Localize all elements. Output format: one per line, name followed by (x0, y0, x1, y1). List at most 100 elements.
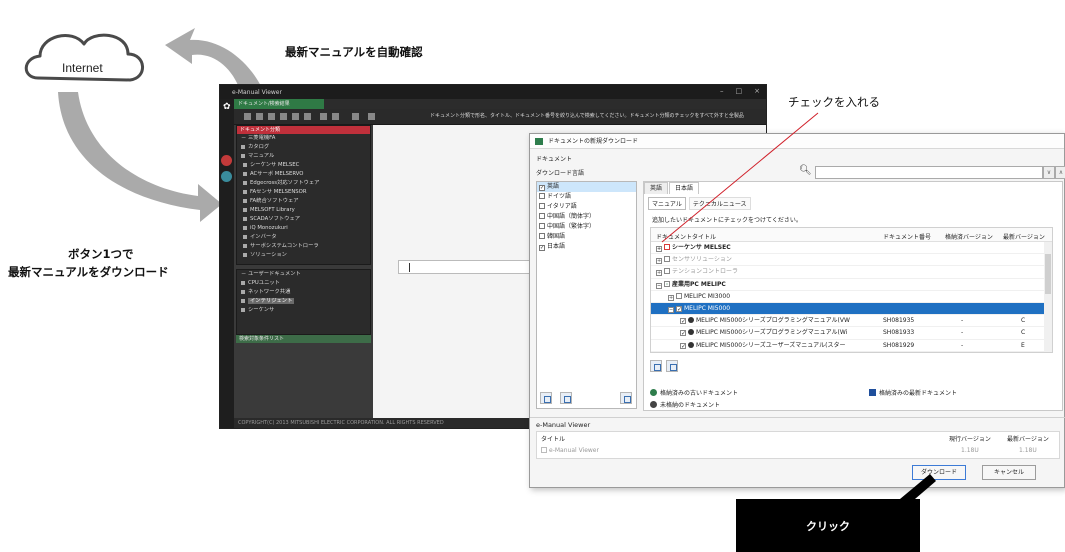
maximize-button[interactable]: □ (736, 87, 743, 95)
nav-item[interactable]: MELSOFT Library (237, 206, 370, 215)
document-title: MELIPC MI5000シリーズユーザーズマニュアル(スター (696, 341, 846, 349)
table-row[interactable]: MELIPC MI5000シリーズプログラミングマニュアル(Wi SH081933… (651, 327, 1052, 340)
search-condition-list[interactable]: 検索対象条件リスト (236, 335, 371, 343)
tab-document-search[interactable]: ドキュメント/検索結果 (234, 99, 324, 109)
cut-icon[interactable] (280, 113, 287, 120)
nav-item[interactable]: Edgecross対応ソフトウェア (237, 179, 370, 188)
update-icon[interactable] (221, 171, 232, 182)
category-header: ドキュメント分類 (237, 126, 370, 134)
language-checkbox[interactable]: ✓ (539, 185, 545, 191)
table-row[interactable]: + シーケンサ MELSEC (651, 242, 1052, 255)
chevron-up-icon[interactable]: ∧ (1055, 166, 1065, 179)
expand-icon[interactable]: + (656, 270, 662, 277)
table-row[interactable]: MELIPC MI5000シリーズプログラミングマニュアル(VW SH081935… (651, 315, 1052, 328)
check-caption: チェックを入れる (788, 95, 880, 109)
subtab-manual[interactable]: マニュアル (648, 197, 686, 210)
language-checkbox[interactable] (539, 223, 545, 229)
nav-item[interactable]: FA統合ソフトウェア (237, 197, 370, 206)
document-panel: 英語 日本語 マニュアル テクニカルニュース 追加したいドキュメントにチェックを… (643, 181, 1063, 411)
language-checkbox[interactable]: ✓ (539, 245, 545, 251)
copy-icon[interactable] (292, 113, 299, 120)
expand-icon[interactable]: + (668, 294, 674, 301)
language-item[interactable]: ドイツ語 (537, 192, 636, 202)
panel-icon[interactable] (332, 113, 339, 120)
download-button[interactable]: ダウンロード (912, 465, 966, 480)
up-icon[interactable] (268, 113, 275, 120)
user-doc-item[interactable]: インテリジェント (237, 297, 370, 306)
document-grid: ドキュメントタイトル ドキュメント番号 格納済バージョン 最新バージョン + シー… (650, 227, 1053, 353)
refresh-icon[interactable] (352, 113, 359, 120)
collapse-icon[interactable]: − (656, 282, 662, 289)
user-doc-item[interactable]: ネットワーク共通 (237, 288, 370, 297)
table-row[interactable]: − 産業用PC MELIPC (651, 279, 1052, 291)
nav-item[interactable]: カタログ (237, 143, 370, 152)
language-checkbox[interactable] (539, 213, 545, 219)
content-input[interactable] (398, 260, 534, 274)
nav-item[interactable]: SCADAソフトウェア (237, 215, 370, 224)
subtab-technical-news[interactable]: テクニカルニュース (688, 197, 751, 210)
document-checkbox[interactable] (664, 268, 670, 275)
nav-item[interactable]: － 三菱電機FA (237, 134, 370, 143)
language-item[interactable]: 中国語（簡体字） (537, 212, 636, 222)
language-item[interactable]: ✓ 英語 (537, 182, 636, 192)
document-checkbox[interactable] (664, 256, 670, 263)
lang-download-icon[interactable] (620, 392, 632, 404)
language-checkbox[interactable] (539, 203, 545, 209)
select-all-icon[interactable] (650, 360, 662, 372)
document-checkbox[interactable] (664, 280, 670, 287)
language-item[interactable]: 韓国語 (537, 232, 636, 242)
paste-icon[interactable] (304, 113, 311, 120)
nav-item[interactable]: ソリューション (237, 251, 370, 260)
nav-item[interactable]: シーケンサ MELSEC (237, 161, 370, 170)
nav-item[interactable]: マニュアル (237, 152, 370, 161)
expand-icon[interactable]: + (656, 246, 662, 252)
language-checkbox[interactable] (539, 193, 545, 199)
tab-english[interactable]: 英語 (644, 182, 669, 194)
old-doc-icon (650, 389, 657, 396)
download-icon[interactable] (221, 155, 232, 166)
ev-row-latest: 1.18U (1019, 447, 1037, 454)
lang-deselect-all-icon[interactable] (560, 392, 572, 404)
search-icon[interactable] (368, 113, 375, 120)
search-input[interactable] (815, 166, 1043, 179)
document-checkbox[interactable] (680, 330, 686, 337)
user-doc-item[interactable]: CPUユニット (237, 279, 370, 288)
table-row[interactable]: + テンションコントローラ (651, 266, 1052, 279)
document-checkbox[interactable] (676, 305, 682, 312)
document-checkbox[interactable] (680, 318, 686, 325)
language-item[interactable]: ✓ 日本語 (537, 242, 636, 252)
language-item[interactable]: 中国語（繁体字） (537, 222, 636, 232)
expand-icon[interactable]: + (656, 258, 662, 265)
ev-row-title[interactable]: e-Manual Viewer (541, 447, 599, 454)
lang-select-all-icon[interactable] (540, 392, 552, 404)
collapse-icon[interactable]: − (668, 306, 674, 313)
document-checkbox[interactable] (676, 292, 682, 299)
user-doc-item[interactable]: シーケンサ (237, 306, 370, 315)
table-row[interactable]: MELIPC MI5000シリーズユーザーズマニュアル(スター SH081929 -… (651, 340, 1052, 352)
not-stored-icon (688, 317, 694, 324)
table-row[interactable]: + センサソリューション (651, 254, 1052, 267)
document-checkbox[interactable] (680, 342, 686, 349)
language-label: ドイツ語 (547, 193, 572, 200)
forward-icon[interactable] (256, 113, 263, 120)
gear-icon[interactable]: ✿ (223, 102, 231, 112)
language-checkbox[interactable] (539, 233, 545, 239)
table-row[interactable]: − MELIPC MI5000 (651, 302, 1052, 316)
chevron-down-icon[interactable]: ∨ (1043, 166, 1055, 179)
back-icon[interactable] (244, 113, 251, 120)
document-checkbox[interactable] (664, 244, 670, 250)
layout-icon[interactable] (320, 113, 327, 120)
nav-item[interactable]: FAセンサ MELSENSOR (237, 188, 370, 197)
nav-item[interactable]: サーボシステムコントローラ (237, 242, 370, 251)
nav-item[interactable]: インバータ (237, 233, 370, 242)
nav-item[interactable]: ACサーボ MELSERVO (237, 170, 370, 179)
tab-japanese[interactable]: 日本語 (669, 182, 700, 194)
deselect-all-icon[interactable] (666, 360, 678, 372)
language-item[interactable]: イタリア語 (537, 202, 636, 212)
nav-item[interactable]: iQ Monozukuri (237, 224, 370, 233)
close-button[interactable]: × (754, 87, 760, 95)
grid-scrollbar[interactable] (1044, 242, 1052, 352)
minimize-button[interactable]: – (720, 87, 724, 95)
cancel-button[interactable]: キャンセル (982, 465, 1036, 480)
table-row[interactable]: + MELIPC MI3000 (651, 291, 1052, 303)
